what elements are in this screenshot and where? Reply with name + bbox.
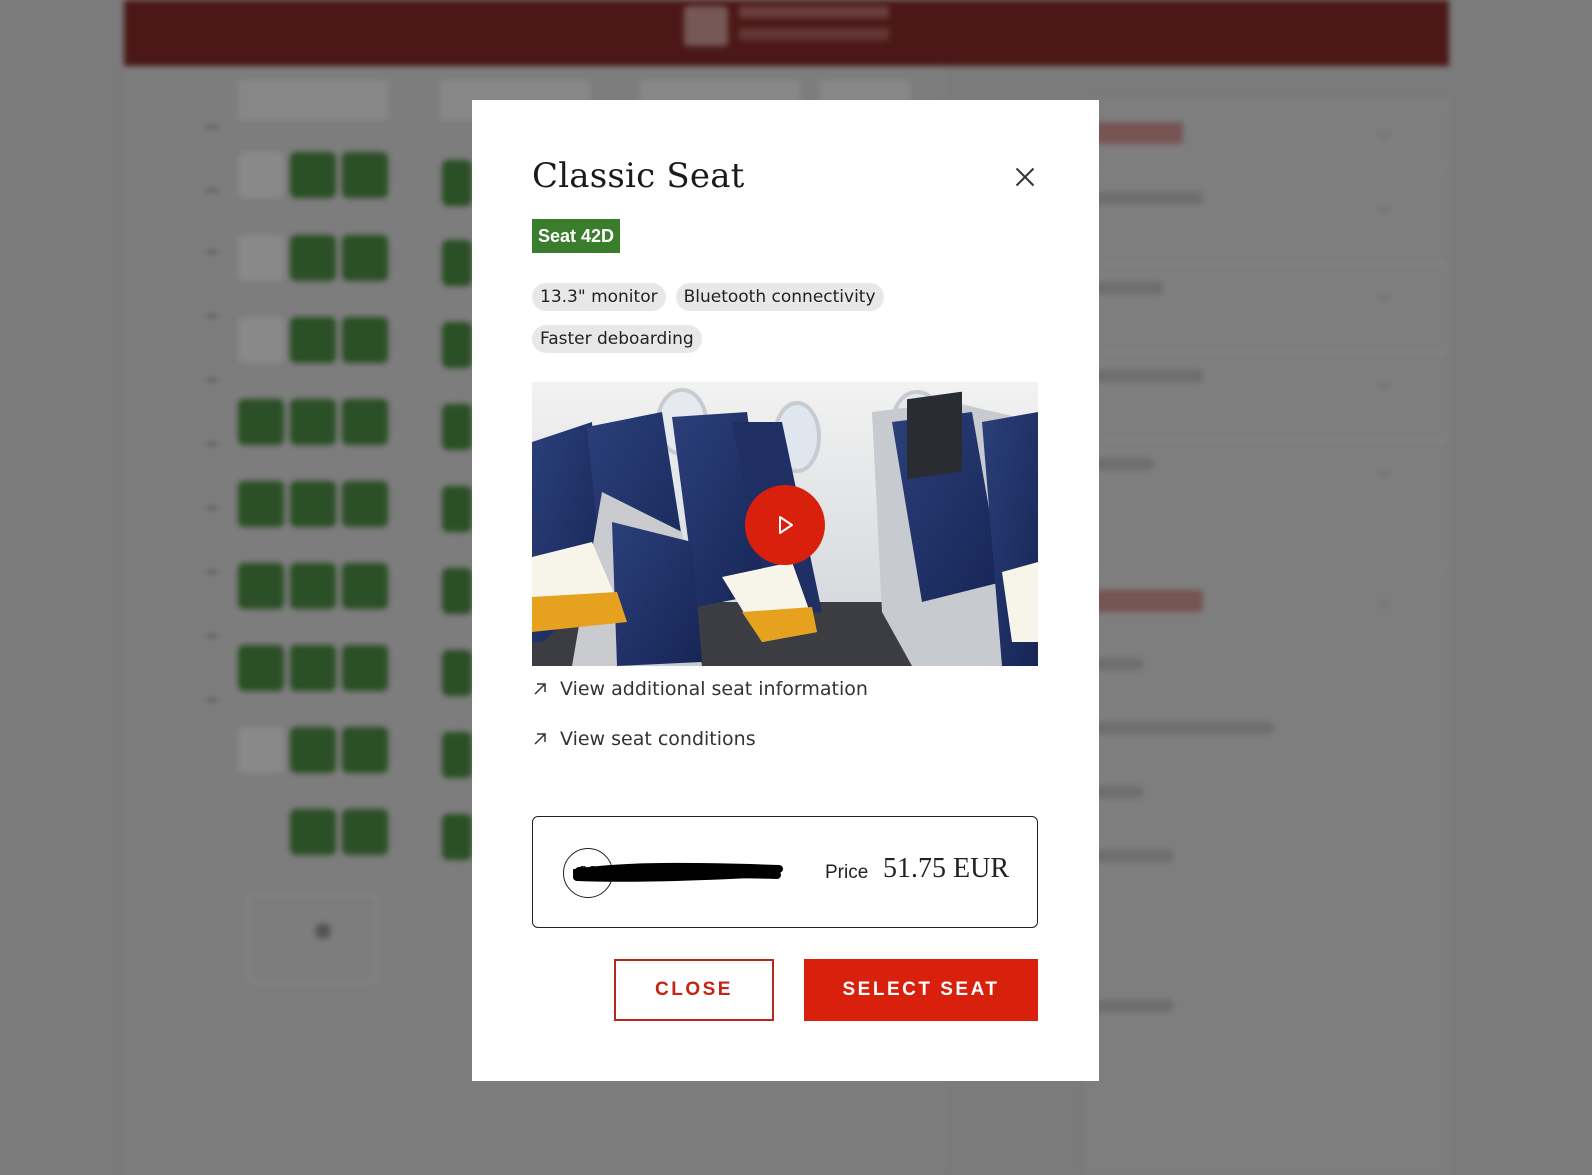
price-value: 51.75 EUR bbox=[883, 853, 1009, 884]
link-label: View seat conditions bbox=[560, 728, 756, 750]
seat-video-thumbnail[interactable] bbox=[532, 382, 1038, 666]
play-button[interactable] bbox=[745, 485, 825, 565]
close-icon[interactable] bbox=[1012, 164, 1038, 190]
close-button[interactable]: CLOSE bbox=[614, 959, 774, 1021]
external-link-icon bbox=[534, 733, 546, 745]
play-icon bbox=[779, 516, 793, 534]
feature-tag-bluetooth: Bluetooth connectivity bbox=[675, 283, 884, 311]
modal-title: Classic Seat bbox=[532, 156, 745, 196]
price-label: Price bbox=[825, 862, 869, 883]
feature-tag-deboarding: Faster deboarding bbox=[532, 325, 702, 353]
passenger-avatar: RS bbox=[563, 848, 613, 898]
seat-details-modal: Classic Seat Seat 42D 13.3" monitor Blue… bbox=[472, 100, 1099, 1081]
feature-tag-monitor: 13.3" monitor bbox=[532, 283, 666, 311]
seat-conditions-link[interactable]: View seat conditions bbox=[532, 728, 756, 750]
additional-seat-info-link[interactable]: View additional seat information bbox=[532, 678, 868, 700]
passenger-price-box: RS Price 51.75 EUR bbox=[532, 816, 1038, 928]
seat-number-badge: Seat 42D bbox=[532, 219, 621, 253]
external-link-icon bbox=[534, 683, 546, 695]
link-label: View additional seat information bbox=[560, 678, 868, 700]
select-seat-button[interactable]: SELECT SEAT bbox=[804, 959, 1038, 1021]
seat-features: 13.3" monitor Bluetooth connectivity Fas… bbox=[532, 283, 1052, 353]
